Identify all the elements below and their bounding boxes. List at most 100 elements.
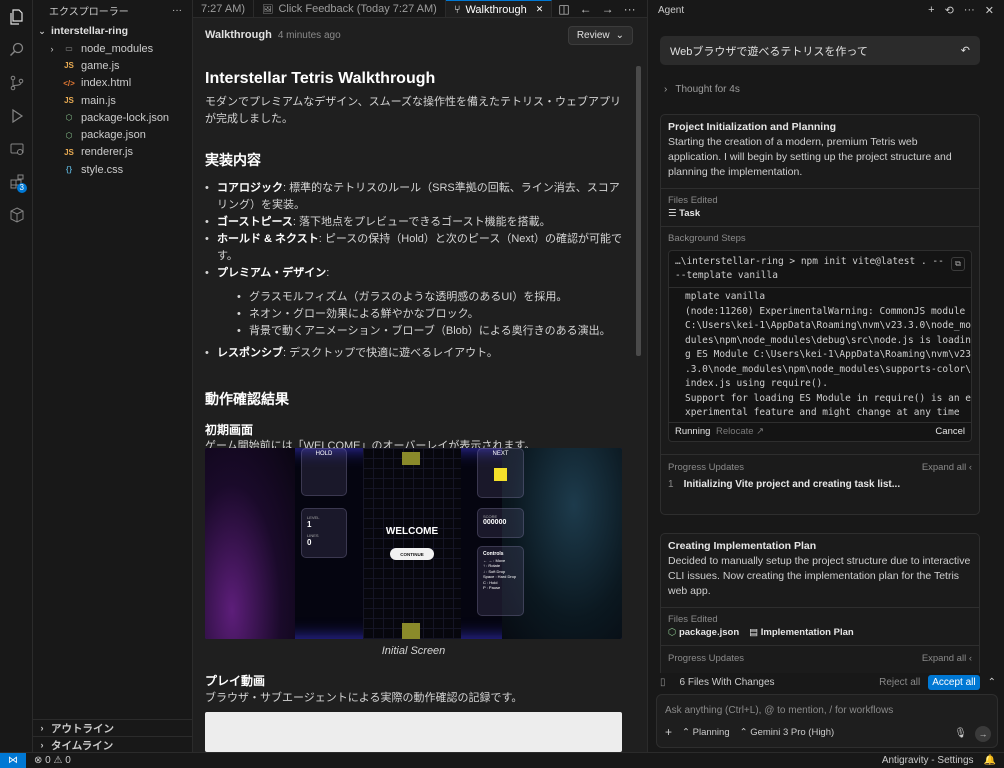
run-debug-icon[interactable] bbox=[0, 99, 33, 132]
model-selector[interactable]: ⌃ Gemini 3 Pro (High) bbox=[740, 727, 835, 738]
task-card-initialization: Project Initialization and Planning Star… bbox=[660, 114, 980, 515]
editor-tabs: 7:27 AM) 🖼 Click Feedback (Today 7:27 AM)… bbox=[193, 0, 647, 18]
list-icon: ☰ bbox=[668, 208, 680, 219]
chevron-right-icon: › bbox=[40, 740, 44, 750]
progress-updates-label: Progress Updates bbox=[668, 653, 745, 664]
changes-bar: ▯ 6 Files With Changes Reject all Accept a… bbox=[660, 673, 996, 691]
stats-panel: LEVEL 1 LINES 0 bbox=[301, 508, 347, 558]
feature-item: レスポンシブ: デスクトップで快適に遊べるレイアウト。 bbox=[205, 345, 623, 362]
progress-number: 1 bbox=[668, 479, 674, 490]
json-icon: ⬡ bbox=[668, 627, 679, 638]
playfield bbox=[363, 448, 461, 639]
workspace-root[interactable]: ⌄ interstellar-ring bbox=[33, 22, 192, 40]
cancel-button[interactable]: Cancel bbox=[935, 426, 965, 437]
undo-icon[interactable]: ↶ bbox=[961, 44, 970, 57]
agent-panel: Agent + ⟲ ··· ✕ Webブラウザで遊べるテトリスを作って ↶ › Thoug… bbox=[648, 0, 1004, 752]
file-item[interactable]: JS renderer.js bbox=[33, 144, 192, 161]
file-label: main.js bbox=[81, 94, 116, 107]
walkthrough-document: Interstellar Tetris Walkthrough モダンでプレミア… bbox=[205, 60, 623, 455]
task-file-chip[interactable]: ☰ Task bbox=[668, 208, 700, 219]
copy-icon[interactable]: ⧉ bbox=[951, 257, 965, 271]
score-value: 000000 bbox=[483, 519, 507, 526]
plan-file-chip[interactable]: ▤ Implementation Plan bbox=[749, 627, 854, 638]
design-item: ネオン・グロー効果による鮮やかなブロック。 bbox=[237, 306, 623, 323]
review-button[interactable]: Review ⌄ bbox=[567, 25, 633, 45]
score-panel: SCORE 000000 bbox=[477, 508, 524, 538]
expand-all-button[interactable]: Expand all ‹ bbox=[922, 462, 972, 473]
remote-explorer-icon[interactable] bbox=[0, 132, 33, 165]
editor-scrollbar[interactable] bbox=[636, 56, 642, 752]
remote-icon[interactable]: ⋈ bbox=[0, 752, 26, 768]
card-title: Project Initialization and Planning bbox=[668, 121, 837, 133]
accept-all-button[interactable]: Accept all bbox=[928, 674, 980, 690]
timeline-section[interactable]: › タイムライン bbox=[33, 736, 193, 753]
terminal-step: …\interstellar-ring > npm init vite@late… bbox=[668, 250, 972, 442]
running-status: Running bbox=[675, 426, 711, 437]
file-item[interactable]: › ▭ node_modules bbox=[33, 40, 192, 57]
files-edited-label: Files Edited bbox=[668, 614, 718, 625]
more-actions-icon[interactable]: ··· bbox=[172, 5, 182, 16]
file-item[interactable]: JS game.js bbox=[33, 57, 192, 74]
package-icon[interactable] bbox=[0, 198, 33, 231]
level-value: 1 bbox=[307, 520, 312, 529]
chevron-up-icon[interactable]: ⌃ bbox=[988, 677, 996, 688]
relocate-link[interactable]: Relocate bbox=[716, 426, 754, 437]
thought-label: Thought for 4s bbox=[675, 84, 740, 95]
changes-count[interactable]: 6 Files With Changes bbox=[680, 677, 775, 688]
forward-icon[interactable]: → bbox=[602, 2, 614, 16]
walkthrough-icon: ⑂ bbox=[453, 3, 461, 16]
agent-input[interactable]: Ask anything (Ctrl+L), @ to mention, / f… bbox=[656, 694, 998, 748]
file-name: Task bbox=[679, 208, 701, 219]
close-icon[interactable]: ✕ bbox=[536, 4, 544, 15]
close-icon[interactable]: ✕ bbox=[985, 4, 994, 17]
split-editor-icon[interactable]: ◫ bbox=[558, 2, 569, 16]
new-chat-icon[interactable]: + bbox=[928, 4, 934, 17]
more-actions-icon[interactable]: ··· bbox=[964, 4, 975, 17]
file-label: style.css bbox=[81, 163, 124, 176]
tab-click-feedback[interactable]: 🖼 Click Feedback (Today 7:27 AM) bbox=[254, 0, 446, 17]
extensions-icon[interactable]: 3 bbox=[0, 165, 33, 198]
tab-label: 7:27 AM) bbox=[201, 3, 246, 15]
hold-panel: HOLD bbox=[301, 448, 347, 496]
file-item[interactable]: ⬡ package-lock.json bbox=[33, 109, 192, 126]
more-actions-icon[interactable]: ··· bbox=[624, 2, 636, 16]
outline-section[interactable]: › アウトライン bbox=[33, 719, 193, 736]
thought-toggle[interactable]: › Thought for 4s bbox=[664, 84, 740, 95]
file-item[interactable]: {} style.css bbox=[33, 161, 192, 178]
feature-item: ゴーストピース: 落下地点をプレビューできるゴースト機能を搭載。 bbox=[205, 214, 623, 231]
bell-icon[interactable]: 🔔 bbox=[984, 755, 996, 766]
package-json-chip[interactable]: ⬡ package.json bbox=[668, 627, 739, 638]
css-icon: {} bbox=[65, 165, 73, 175]
tab-walkthrough[interactable]: ⑂ Walkthrough ✕ bbox=[445, 0, 553, 17]
file-item[interactable]: </> index.html bbox=[33, 75, 192, 92]
search-icon[interactable] bbox=[0, 33, 33, 66]
doc-intro: モダンでプレミアムなデザイン、スムーズな操作性を備えたテトリス・ウェブアプリが完… bbox=[205, 96, 622, 125]
source-control-icon[interactable] bbox=[0, 66, 33, 99]
outline-label: アウトライン bbox=[51, 722, 114, 735]
mode-selector[interactable]: ⌃ Planning bbox=[682, 727, 730, 738]
send-button[interactable]: → bbox=[975, 726, 991, 742]
welcome-overlay: WELCOME bbox=[385, 526, 439, 537]
microphone-icon[interactable]: 🎙 bbox=[954, 728, 967, 739]
add-context-icon[interactable]: + bbox=[665, 725, 672, 739]
tab-previous[interactable]: 7:27 AM) bbox=[193, 0, 255, 17]
play-video[interactable] bbox=[205, 712, 622, 752]
external-link-icon: ↗ bbox=[756, 426, 765, 437]
control-item: Space : Hard Drop bbox=[483, 574, 517, 579]
doc-timestamp: 4 minutes ago bbox=[277, 30, 341, 41]
card-title: Creating Implementation Plan bbox=[668, 540, 817, 552]
expand-all-button[interactable]: Expand all ‹ bbox=[922, 653, 972, 664]
js-icon: JS bbox=[64, 61, 74, 71]
problems-indicator[interactable]: ⊗ 0 ⚠ 0 bbox=[34, 755, 71, 766]
file-item[interactable]: ⬡ package.json bbox=[33, 126, 192, 143]
expand-all-label: Expand all bbox=[921, 653, 967, 664]
editor-area: 7:27 AM) 🖼 Click Feedback (Today 7:27 AM)… bbox=[193, 0, 648, 752]
explorer-icon[interactable] bbox=[0, 0, 33, 33]
json-icon: ⬡ bbox=[65, 130, 73, 140]
settings-status[interactable]: Antigravity - Settings bbox=[882, 755, 974, 766]
feature-text: : デスクトップで快適に遊べるレイアウト。 bbox=[283, 347, 498, 359]
back-icon[interactable]: ← bbox=[580, 2, 592, 16]
reject-all-button[interactable]: Reject all bbox=[879, 677, 920, 688]
file-item[interactable]: JS main.js bbox=[33, 92, 192, 109]
history-icon[interactable]: ⟲ bbox=[945, 4, 954, 17]
